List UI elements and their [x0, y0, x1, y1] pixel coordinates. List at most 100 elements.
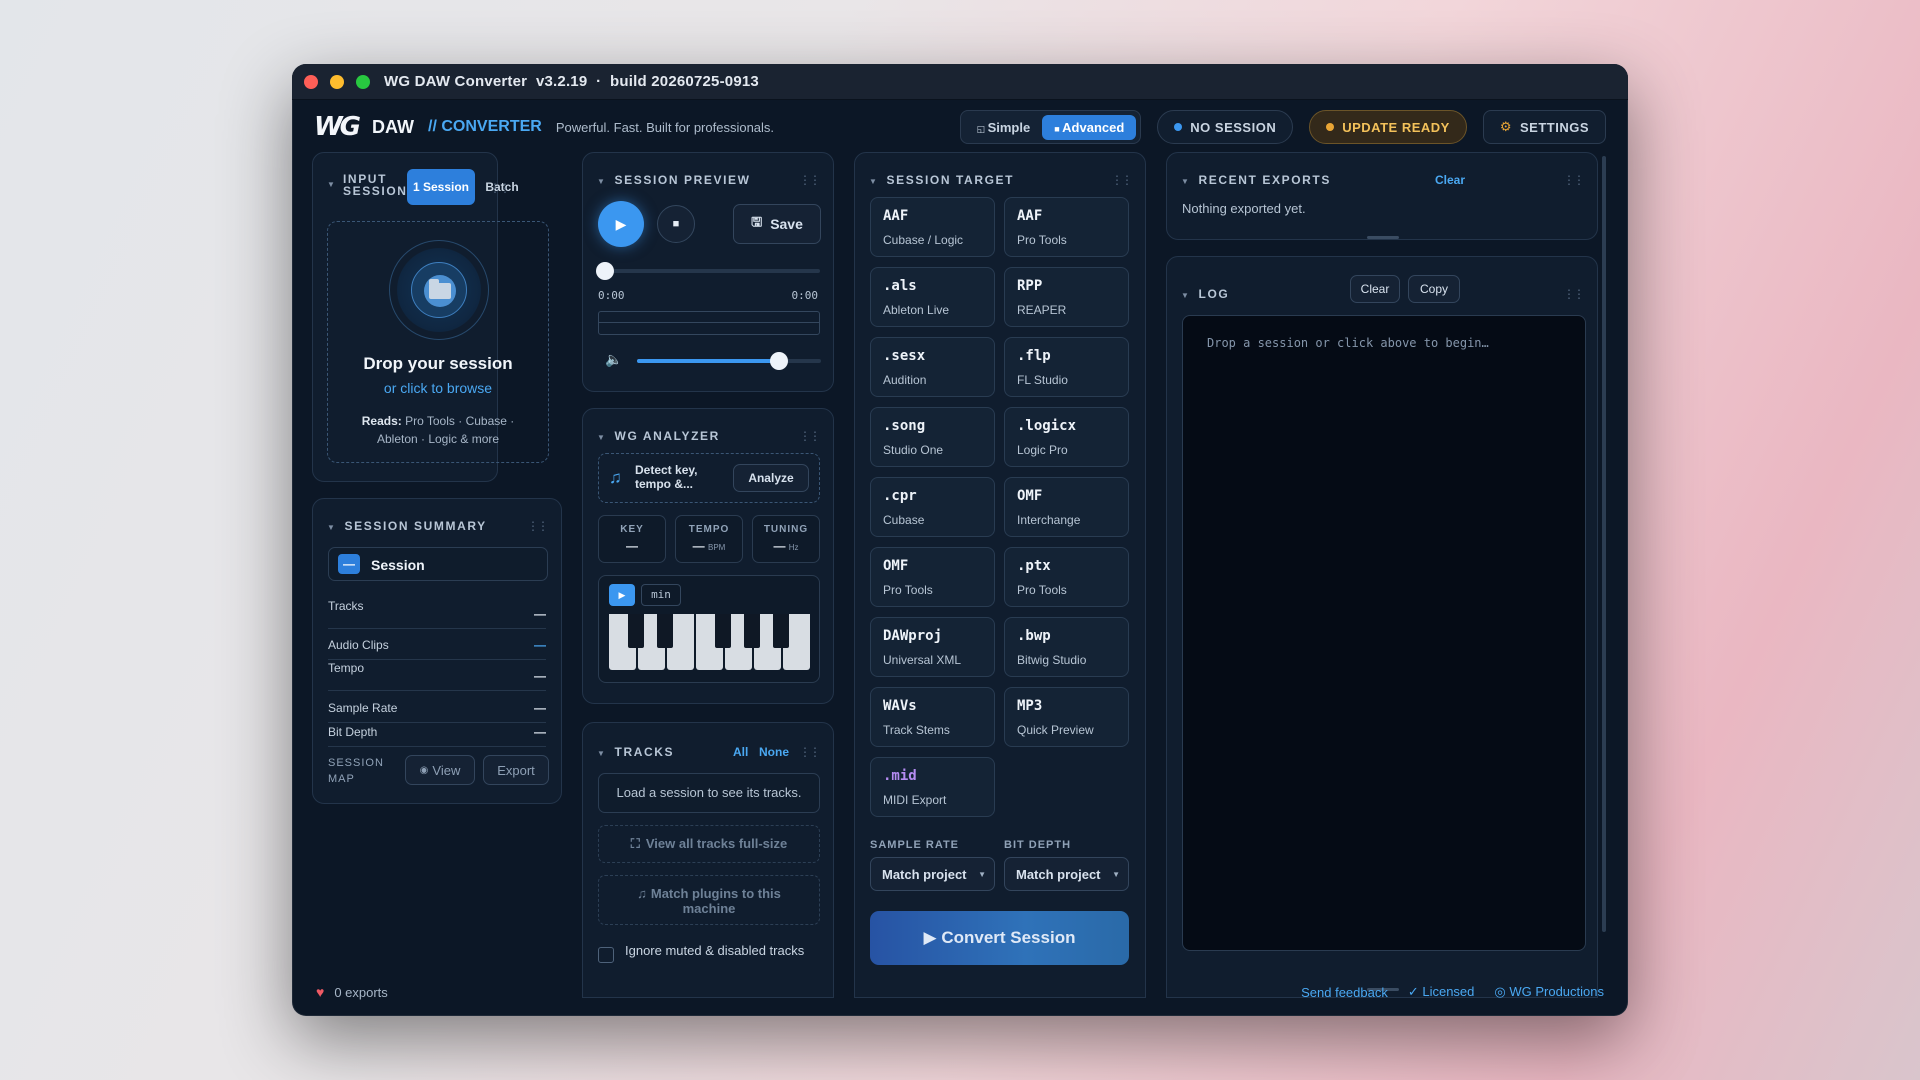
session-map-view-button[interactable]: ◉ View	[405, 755, 475, 785]
key-stat: KEY —	[598, 515, 666, 563]
format-option[interactable]: .ptx Pro Tools	[1004, 547, 1129, 607]
piano-black-key[interactable]	[715, 614, 731, 648]
volume-icon[interactable]: 🔈	[605, 351, 622, 368]
format-option[interactable]: WAVs Track Stems	[870, 687, 995, 747]
format-option[interactable]: .mid MIDI Export	[870, 757, 995, 817]
format-ext: WAVs	[883, 698, 917, 714]
ignore-muted-label: Ignore muted & disabled tracks	[625, 943, 805, 958]
format-option[interactable]: .sesx Audition	[870, 337, 995, 397]
select-no-tracks-button[interactable]: None	[759, 745, 789, 759]
format-option[interactable]: .bwp Bitwig Studio	[1004, 617, 1129, 677]
log-placeholder: Drop a session or click above to begin…	[1207, 336, 1489, 350]
chevron-down-icon: ▼	[1112, 869, 1120, 879]
sample-rate-label: SAMPLE RATE	[870, 839, 960, 851]
piano-black-key[interactable]	[657, 614, 673, 648]
vertical-scrollbar[interactable]	[1602, 156, 1606, 932]
mode-advanced-button[interactable]: ■ Advanced	[1042, 114, 1137, 140]
format-option[interactable]: AAF Pro Tools	[1004, 197, 1129, 257]
format-option[interactable]: RPP REAPER	[1004, 267, 1129, 327]
format-option[interactable]: AAF Cubase / Logic	[870, 197, 995, 257]
analyzer-drop-zone[interactable]: ♫ Detect key, tempo &... Analyze	[598, 453, 820, 503]
session-name-row: — Session	[328, 547, 548, 581]
view-tracks-full-button[interactable]: ⛶ View all tracks full-size	[598, 825, 820, 863]
close-window-button[interactable]	[304, 74, 318, 89]
piano-play-button[interactable]: ▶	[609, 584, 635, 606]
piano-black-key[interactable]	[744, 614, 760, 648]
convert-session-button[interactable]: ▶ Convert Session	[870, 911, 1129, 965]
play-button[interactable]: ▶	[598, 201, 644, 247]
select-all-tracks-button[interactable]: All	[733, 745, 748, 759]
log-output[interactable]: Drop a session or click above to begin…	[1182, 315, 1586, 951]
piano-black-key[interactable]	[628, 614, 644, 648]
settings-button[interactable]: ⚙ SETTINGS	[1482, 110, 1606, 144]
drag-handle-icon[interactable]: ⋮⋮	[489, 181, 511, 195]
resize-handle[interactable]	[1367, 236, 1399, 239]
format-option[interactable]: .song Studio One	[870, 407, 995, 467]
format-option[interactable]: .logicx Logic Pro	[1004, 407, 1129, 467]
clear-exports-button[interactable]: Clear	[1435, 173, 1465, 187]
tracks-empty-state: Load a session to see its tracks.	[598, 773, 820, 813]
wg-productions-link[interactable]: ◎ WG Productions	[1494, 984, 1604, 1000]
format-option[interactable]: DAWproj Universal XML	[870, 617, 995, 677]
licensed-status[interactable]: ✓ Licensed	[1408, 984, 1475, 1000]
log-panel: ▼ LOG Clear Copy ⋮⋮ Drop a session or cli…	[1166, 256, 1598, 998]
format-app: Quick Preview	[1017, 723, 1094, 737]
minimize-window-button[interactable]	[330, 74, 344, 89]
clear-log-button[interactable]: Clear	[1350, 275, 1400, 303]
format-ext: .sesx	[883, 348, 926, 364]
drag-handle-icon[interactable]: ⋮⋮	[799, 745, 821, 759]
simple-icon: ◱	[976, 123, 988, 134]
session-map-export-button[interactable]: Export	[483, 755, 549, 785]
bit-depth-select[interactable]: Match project ▼	[1004, 857, 1129, 891]
format-option[interactable]: OMF Pro Tools	[870, 547, 995, 607]
volume-handle[interactable]	[769, 352, 788, 370]
match-plugins-button[interactable]: ♫ Match plugins to this machine	[598, 875, 820, 925]
format-option[interactable]: MP3 Quick Preview	[1004, 687, 1129, 747]
format-app: Track Stems	[883, 723, 950, 737]
drag-handle-icon[interactable]: ⋮⋮	[1111, 173, 1133, 187]
chevron-down-icon: ▼	[978, 869, 986, 879]
drop-zone[interactable]: Drop your session or click to browse Rea…	[327, 221, 549, 463]
format-option[interactable]: .cpr Cubase	[870, 477, 995, 537]
exports-count: 0 exports	[334, 984, 388, 1000]
mode-toggle: ◱ Simple ■ Advanced	[959, 110, 1142, 144]
browse-link[interactable]: or click to browse	[328, 380, 548, 396]
format-option[interactable]: OMF Interchange	[1004, 477, 1129, 537]
format-app: Pro Tools	[1017, 583, 1067, 597]
seek-handle[interactable]	[596, 262, 614, 280]
drag-handle-icon[interactable]: ⋮⋮	[799, 429, 821, 443]
drag-handle-icon[interactable]: ⋮⋮	[527, 519, 549, 533]
scale-mode-button[interactable]: min	[641, 584, 681, 606]
format-app: Ableton Live	[883, 303, 950, 317]
format-ext: .mid	[883, 768, 917, 784]
format-app: Pro Tools	[883, 583, 933, 597]
mode-simple-button[interactable]: ◱ Simple	[965, 115, 1043, 140]
waveform-overview[interactable]	[598, 311, 820, 335]
format-app: Interchange	[1017, 513, 1081, 527]
send-feedback-link[interactable]: Send feedback	[1301, 985, 1388, 1000]
copy-log-button[interactable]: Copy	[1408, 275, 1460, 303]
drag-handle-icon[interactable]: ⋮⋮	[1563, 173, 1585, 187]
piano-black-key[interactable]	[773, 614, 789, 648]
drag-handle-icon[interactable]: ⋮⋮	[1563, 287, 1585, 301]
update-dot-icon	[1326, 123, 1335, 131]
update-ready-button[interactable]: UPDATE READY	[1309, 110, 1467, 144]
stop-button[interactable]: ■	[657, 205, 695, 243]
sample-rate-select[interactable]: Match project ▼	[870, 857, 995, 891]
ignore-muted-checkbox[interactable]	[598, 947, 614, 963]
music-note-icon: ♫	[609, 468, 622, 487]
gear-icon: ⚙	[1499, 119, 1512, 134]
format-option[interactable]: .als Ableton Live	[870, 267, 995, 327]
volume-slider[interactable]	[637, 352, 821, 370]
maximize-window-button[interactable]	[356, 74, 370, 89]
seek-slider[interactable]	[596, 262, 820, 280]
drag-handle-icon[interactable]: ⋮⋮	[799, 173, 821, 187]
format-app: Pro Tools	[1017, 233, 1067, 247]
session-status-badge: NO SESSION	[1157, 110, 1294, 144]
format-ext: .flp	[1017, 348, 1051, 364]
tab-single-session[interactable]: 1 Session	[407, 169, 475, 205]
format-ext: .cpr	[883, 488, 917, 504]
format-option[interactable]: .flp FL Studio	[1004, 337, 1129, 397]
analyze-button[interactable]: Analyze	[733, 464, 809, 492]
save-button[interactable]: 🖫 Save	[733, 204, 821, 244]
